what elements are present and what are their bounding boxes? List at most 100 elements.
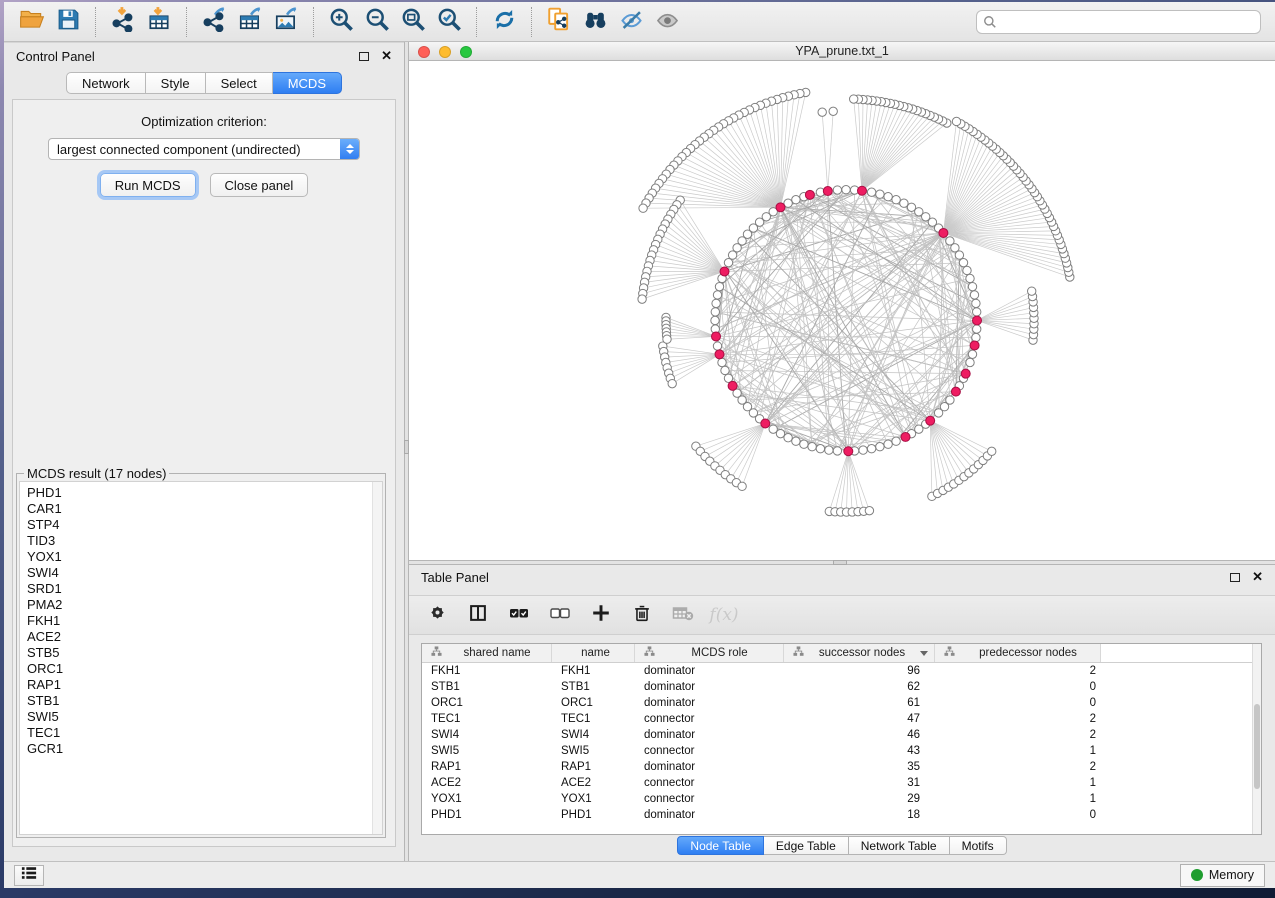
export-table-button[interactable] <box>232 5 268 39</box>
network-node[interactable] <box>829 107 837 115</box>
table-row[interactable]: ORC1ORC1dominator610 <box>422 695 1252 711</box>
table-row[interactable]: FKH1FKH1dominator962 <box>422 663 1252 679</box>
network-node[interactable] <box>966 358 974 366</box>
mcds-hub-node[interactable] <box>844 447 853 456</box>
network-node[interactable] <box>988 447 996 455</box>
network-node[interactable] <box>867 188 875 196</box>
network-node[interactable] <box>711 308 719 316</box>
mcds-hub-node[interactable] <box>961 369 970 378</box>
mcds-list-scrollbar[interactable] <box>372 482 382 834</box>
network-node[interactable] <box>833 186 841 194</box>
column-header-mcds-role[interactable]: MCDS role <box>635 644 784 662</box>
refresh-button[interactable] <box>486 5 522 39</box>
optimization-select[interactable]: largest connected component (undirected) <box>48 138 360 160</box>
network-node[interactable] <box>876 190 884 198</box>
table-scrollbar[interactable] <box>1252 644 1261 834</box>
tab-motifs[interactable]: Motifs <box>950 836 1007 855</box>
network-node[interactable] <box>876 443 884 451</box>
network-node[interactable] <box>946 396 954 404</box>
network-node[interactable] <box>972 333 980 341</box>
table-row[interactable]: SWI5SWI5connector431 <box>422 743 1252 759</box>
mcds-hub-node[interactable] <box>901 432 910 441</box>
window-minimize-light[interactable] <box>439 46 451 58</box>
network-node[interactable] <box>842 186 850 194</box>
mcds-hub-node[interactable] <box>951 387 960 396</box>
mcds-result-item[interactable]: ACE2 <box>27 629 371 645</box>
table-row[interactable]: PHD1PHD1dominator180 <box>422 807 1252 823</box>
table-row[interactable]: YOX1YOX1connector291 <box>422 791 1252 807</box>
tab-mcds[interactable]: MCDS <box>273 72 342 94</box>
mcds-hub-node[interactable] <box>973 316 982 325</box>
mcds-hub-node[interactable] <box>970 341 979 350</box>
network-node[interactable] <box>946 237 954 245</box>
clone-network-button[interactable] <box>541 5 577 39</box>
save-session-button[interactable] <box>50 5 86 39</box>
network-node[interactable] <box>865 507 873 515</box>
network-node[interactable] <box>721 366 729 374</box>
window-close-light[interactable] <box>418 46 430 58</box>
network-node[interactable] <box>859 446 867 454</box>
table-row[interactable]: SWI4SWI4dominator462 <box>422 727 1252 743</box>
network-node[interactable] <box>892 196 900 204</box>
mcds-result-item[interactable]: ORC1 <box>27 661 371 677</box>
network-node[interactable] <box>728 251 736 259</box>
network-node[interactable] <box>850 95 858 103</box>
mcds-result-item[interactable]: TEC1 <box>27 725 371 741</box>
search-input[interactable] <box>976 10 1261 34</box>
mcds-hub-node[interactable] <box>728 381 737 390</box>
table-row[interactable]: ACE2ACE2connector311 <box>422 775 1252 791</box>
mcds-hub-node[interactable] <box>805 190 814 199</box>
tab-select[interactable]: Select <box>206 72 273 94</box>
zoom-out-button[interactable] <box>359 5 395 39</box>
mcds-result-item[interactable]: TID3 <box>27 533 371 549</box>
table-row[interactable]: TEC1TEC1connector472 <box>422 711 1252 727</box>
mcds-hub-node[interactable] <box>720 267 729 276</box>
network-node[interactable] <box>818 108 826 116</box>
column-header-name[interactable]: name <box>552 644 635 662</box>
close-panel-icon[interactable]: ✕ <box>381 48 392 64</box>
mcds-hub-node[interactable] <box>715 350 724 359</box>
add-column-button[interactable] <box>589 603 613 627</box>
float-panel-icon[interactable] <box>359 52 369 61</box>
mcds-result-item[interactable]: YOX1 <box>27 549 371 565</box>
network-node[interactable] <box>712 299 720 307</box>
mcds-result-item[interactable]: SRD1 <box>27 581 371 597</box>
network-node[interactable] <box>718 358 726 366</box>
network-node[interactable] <box>966 274 974 282</box>
column-header-shared-name[interactable]: shared name <box>422 644 552 662</box>
split-columns-button[interactable] <box>466 603 490 627</box>
network-node[interactable] <box>792 196 800 204</box>
network-node[interactable] <box>639 204 647 212</box>
network-node[interactable] <box>776 429 784 437</box>
mcds-result-item[interactable]: GCR1 <box>27 741 371 757</box>
network-node[interactable] <box>973 308 981 316</box>
import-network-button[interactable] <box>105 5 141 39</box>
network-node[interactable] <box>884 193 892 201</box>
mcds-hub-node[interactable] <box>712 332 721 341</box>
network-node[interactable] <box>800 440 808 448</box>
mcds-result-item[interactable]: STP4 <box>27 517 371 533</box>
mcds-result-item[interactable]: PMA2 <box>27 597 371 613</box>
binoculars-button[interactable] <box>577 5 613 39</box>
network-node[interactable] <box>884 440 892 448</box>
network-canvas[interactable] <box>409 61 1275 560</box>
mcds-hub-node[interactable] <box>761 419 770 428</box>
network-node[interactable] <box>892 437 900 445</box>
mcds-hub-node[interactable] <box>926 416 935 425</box>
tab-edge-table[interactable]: Edge Table <box>764 836 849 855</box>
mcds-result-item[interactable]: STB1 <box>27 693 371 709</box>
zoom-selected-button[interactable] <box>431 5 467 39</box>
mcds-hub-node[interactable] <box>776 203 785 212</box>
network-node[interactable] <box>724 259 732 267</box>
zoom-fit-button[interactable] <box>395 5 431 39</box>
mcds-result-item[interactable]: RAP1 <box>27 677 371 693</box>
network-node[interactable] <box>907 203 915 211</box>
hide-selected-button[interactable] <box>613 5 649 39</box>
network-node[interactable] <box>968 350 976 358</box>
mcds-hub-node[interactable] <box>939 228 948 237</box>
network-node[interactable] <box>816 445 824 453</box>
tab-network[interactable]: Network <box>66 72 146 94</box>
window-zoom-light[interactable] <box>460 46 472 58</box>
mcds-result-item[interactable]: SWI5 <box>27 709 371 725</box>
mcds-hub-node[interactable] <box>823 187 832 196</box>
